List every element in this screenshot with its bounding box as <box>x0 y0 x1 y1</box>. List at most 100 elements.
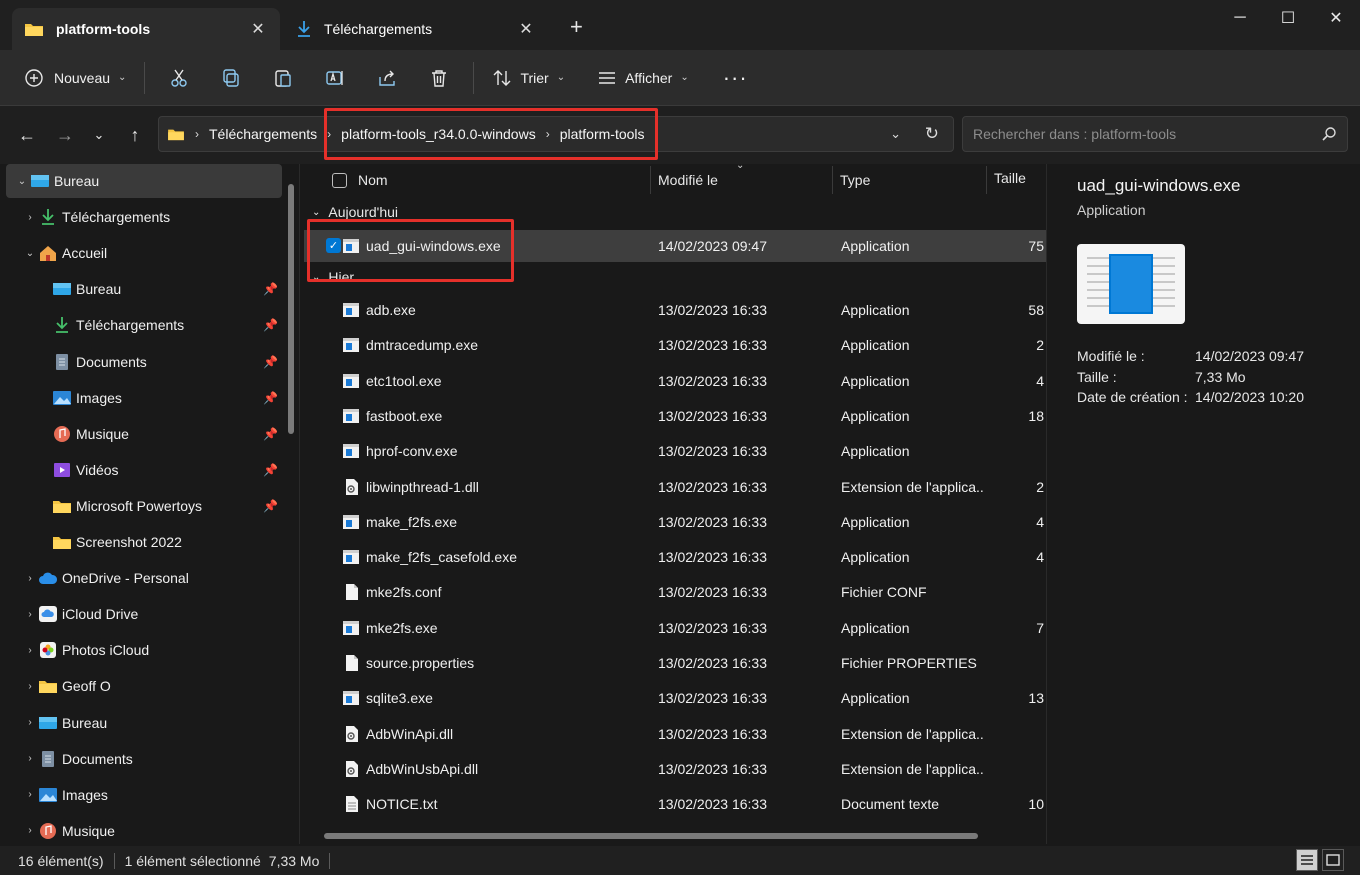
sidebar-item[interactable]: Vidéos 📌 <box>6 453 282 487</box>
chevron-right-icon[interactable]: › <box>22 717 38 728</box>
chevron-right-icon[interactable]: › <box>22 789 38 800</box>
file-date: 13/02/2023 16:33 <box>658 690 767 707</box>
sidebar-item[interactable]: Microsoft Powertoys 📌 <box>6 489 282 523</box>
sidebar-item[interactable]: › Bureau <box>6 706 282 740</box>
divider <box>473 61 475 94</box>
sidebar-item[interactable]: ⌄ Accueil <box>6 236 282 270</box>
details-title: uad_gui-windows.exe <box>1077 176 1241 195</box>
refresh-icon[interactable]: ↻ <box>925 124 939 144</box>
sidebar-item[interactable]: › Documents <box>6 742 282 776</box>
search-icon[interactable] <box>1321 126 1337 142</box>
file-row[interactable]: AdbWinApi.dll 13/02/2023 16:33 Extension d… <box>304 718 1046 750</box>
sidebar-item[interactable]: › Photos iCloud <box>6 633 282 667</box>
sidebar-item[interactable]: › Images <box>6 778 282 812</box>
divider <box>329 852 331 869</box>
chevron-right-icon[interactable]: › <box>22 753 38 764</box>
chevron-down-icon[interactable]: ⌄ <box>22 248 38 259</box>
tiles-view-icon[interactable] <box>1322 849 1344 871</box>
back-arrow-icon[interactable]: ← <box>12 120 42 150</box>
chevron-right-icon[interactable]: › <box>22 212 38 223</box>
more-options-icon[interactable]: ··· <box>713 58 758 98</box>
sort-button[interactable]: Trier ⌄ <box>482 58 575 98</box>
sidebar-item[interactable]: › Musique <box>6 814 282 844</box>
pin-icon[interactable]: 📌 <box>263 427 278 441</box>
sidebar-item[interactable]: › iCloud Drive <box>6 597 282 631</box>
close-window-icon[interactable]: ✕ <box>1312 0 1360 36</box>
file-row[interactable]: make_f2fs_casefold.exe 13/02/2023 16:33 Ap… <box>304 541 1046 573</box>
sidebar-item[interactable]: Documents 📌 <box>6 345 282 379</box>
minimize-icon[interactable]: ─ <box>1216 0 1264 36</box>
file-row[interactable]: make_f2fs.exe 13/02/2023 16:33 Application… <box>304 506 1046 538</box>
search-input[interactable] <box>973 126 1321 142</box>
chevron-right-icon[interactable]: › <box>22 825 38 836</box>
file-size: 7 <box>1036 619 1044 636</box>
file-row[interactable]: NOTICE.txt 13/02/2023 16:33 Document texte… <box>304 788 1046 820</box>
file-row[interactable]: sqlite3.exe 13/02/2023 16:33 Application 13 <box>304 682 1046 714</box>
close-tab-icon[interactable]: ✕ <box>248 19 268 39</box>
column-header-modified[interactable]: Modifié le <box>658 164 718 196</box>
file-row[interactable]: adb.exe 13/02/2023 16:33 Application 58 <box>304 294 1046 326</box>
sidebar-item[interactable]: Téléchargements 📌 <box>6 308 282 342</box>
group-header-yesterday[interactable]: ⌄ Hier <box>312 269 354 285</box>
sidebar-item[interactable]: Screenshot 2022 <box>6 525 282 559</box>
cut-button[interactable] <box>153 58 205 98</box>
breadcrumb-platform-tools[interactable]: platform-tools <box>560 126 645 142</box>
checkbox-checked-icon[interactable]: ✓ <box>326 238 341 253</box>
file-row[interactable]: mke2fs.conf 13/02/2023 16:33 Fichier CONF <box>304 576 1046 608</box>
close-tab-icon[interactable]: ✕ <box>516 19 536 39</box>
sidebar-item[interactable]: Images 📌 <box>6 381 282 415</box>
forward-arrow-icon[interactable]: → <box>50 120 80 150</box>
pin-icon[interactable]: 📌 <box>263 463 278 477</box>
sidebar-item[interactable]: › Geoff O <box>6 669 282 703</box>
chevron-right-icon[interactable]: › <box>22 609 38 620</box>
select-all-checkbox[interactable] <box>332 164 347 196</box>
group-header-today[interactable]: ⌄ Aujourd'hui <box>312 204 398 220</box>
sidebar-scrollbar[interactable] <box>288 184 294 434</box>
paste-button[interactable] <box>257 58 309 98</box>
rename-button[interactable] <box>309 58 361 98</box>
up-arrow-icon[interactable]: ↑ <box>120 120 150 150</box>
details-view-icon[interactable] <box>1296 849 1318 871</box>
file-row[interactable]: AdbWinUsbApi.dll 13/02/2023 16:33 Extensio… <box>304 753 1046 785</box>
file-row[interactable]: ✓ uad_gui-windows.exe 14/02/2023 09:47 Appl… <box>304 230 1046 262</box>
chevron-right-icon[interactable]: › <box>22 681 38 692</box>
file-row[interactable]: hprof-conv.exe 13/02/2023 16:33 Applicatio… <box>304 435 1046 467</box>
file-row[interactable]: libwinpthread-1.dll 13/02/2023 16:33 Exten… <box>304 471 1046 503</box>
copy-button[interactable] <box>205 58 257 98</box>
file-row[interactable]: mke2fs.exe 13/02/2023 16:33 Application 7 <box>304 612 1046 644</box>
tab-telechargements[interactable]: Téléchargements ✕ <box>284 8 548 50</box>
column-header-type[interactable]: Type <box>840 164 870 196</box>
sidebar-item[interactable]: › OneDrive - Personal <box>6 561 282 595</box>
chevron-right-icon[interactable]: › <box>22 573 38 584</box>
sidebar-item[interactable]: Bureau 📌 <box>6 272 282 306</box>
file-row[interactable]: fastboot.exe 13/02/2023 16:33 Application 1… <box>304 400 1046 432</box>
new-tab-button[interactable]: + <box>570 14 583 40</box>
delete-button[interactable] <box>413 58 465 98</box>
pin-icon[interactable]: 📌 <box>263 391 278 405</box>
view-button[interactable]: Afficher ⌄ <box>587 58 699 98</box>
file-row[interactable]: source.properties 13/02/2023 16:33 Fichier… <box>304 647 1046 679</box>
recent-chevron-icon[interactable]: ⌄ <box>84 120 114 150</box>
pin-icon[interactable]: 📌 <box>263 318 278 332</box>
pin-icon[interactable]: 📌 <box>263 355 278 369</box>
share-button[interactable] <box>361 58 413 98</box>
chevron-right-icon[interactable]: › <box>22 645 38 656</box>
address-bar[interactable]: › Téléchargements › platform-tools_r34.0… <box>158 116 954 152</box>
horizontal-scrollbar[interactable] <box>324 833 978 839</box>
pin-icon[interactable]: 📌 <box>263 499 278 513</box>
file-row[interactable]: etc1tool.exe 13/02/2023 16:33 Application 4 <box>304 365 1046 397</box>
breadcrumb-telechargements[interactable]: Téléchargements <box>209 126 317 142</box>
pin-icon[interactable]: 📌 <box>263 282 278 296</box>
maximize-icon[interactable]: ☐ <box>1264 0 1312 36</box>
file-row[interactable]: dmtracedump.exe 13/02/2023 16:33 Applicati… <box>304 329 1046 361</box>
sidebar-item[interactable]: ⌄ Bureau <box>6 164 282 198</box>
column-header-name[interactable]: Nom <box>358 164 388 196</box>
sidebar-item[interactable]: Musique 📌 <box>6 417 282 451</box>
sidebar-item[interactable]: › Téléchargements <box>6 200 282 234</box>
new-button[interactable]: Nouveau ⌄ <box>14 58 136 98</box>
address-history-chevron-icon[interactable]: ⌄ <box>890 126 901 142</box>
chevron-down-icon[interactable]: ⌄ <box>14 176 30 187</box>
breadcrumb-platform-tools-r34[interactable]: platform-tools_r34.0.0-windows <box>341 126 536 142</box>
tab-platform-tools[interactable]: platform-tools ✕ <box>12 8 280 50</box>
column-header-size[interactable]: Taille <box>994 164 1026 194</box>
